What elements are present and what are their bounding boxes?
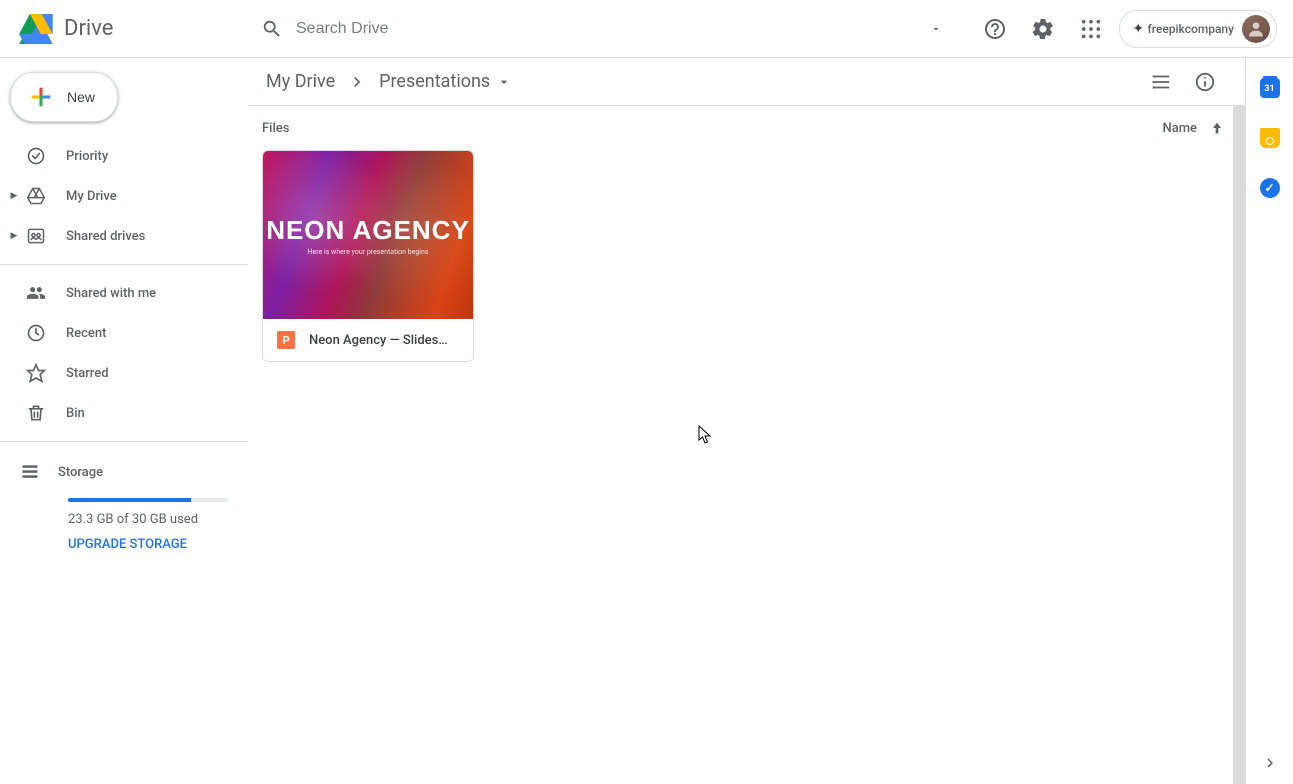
list-view-icon[interactable] [1141, 62, 1181, 102]
breadcrumb-current-label: Presentations [379, 71, 490, 92]
sidebar-item-label: Bin [66, 406, 85, 421]
file-card[interactable]: NEON AGENCY Here is where your presentat… [262, 150, 474, 362]
sidebar-item-storage[interactable]: Storage [20, 456, 228, 488]
recent-icon [24, 321, 48, 345]
sidebar-item-mydrive[interactable]: ▶ My Drive [0, 176, 248, 216]
divider [0, 441, 248, 442]
apps-grid-icon[interactable] [1071, 9, 1111, 49]
storage-label: Storage [58, 465, 103, 480]
side-panel-toggle-icon[interactable] [1261, 754, 1279, 772]
trash-icon [24, 401, 48, 425]
sidebar-item-label: Shared with me [66, 286, 156, 301]
files-section-label: Files [262, 121, 289, 136]
sidebar-item-starred[interactable]: Starred [0, 353, 248, 393]
file-type-powerpoint-icon: P [277, 331, 295, 349]
mydrive-icon [24, 184, 48, 208]
avatar [1242, 15, 1270, 43]
file-thumbnail: NEON AGENCY Here is where your presentat… [263, 151, 473, 319]
sidebar-item-label: My Drive [66, 189, 117, 204]
plus-icon [27, 83, 55, 111]
company-label: ✦ freepikcompany [1132, 21, 1234, 37]
shared-drives-icon [24, 224, 48, 248]
sort-column-label: Name [1162, 121, 1197, 136]
header-actions: ✦ freepikcompany [975, 9, 1277, 49]
details-info-icon[interactable] [1185, 62, 1225, 102]
main: My Drive Presentations Files Name [248, 58, 1245, 784]
storage-block: Storage 23.3 GB of 30 GB used UPGRADE ST… [0, 450, 248, 552]
drive-logo-icon [16, 9, 56, 49]
search-area [248, 5, 968, 53]
storage-progress-fill [68, 498, 191, 502]
breadcrumb-root[interactable]: My Drive [260, 67, 341, 96]
sidebar-item-label: Shared drives [66, 229, 145, 244]
logo-area[interactable]: Drive [16, 9, 248, 49]
header: Drive ✦ freepikcompany [0, 0, 1293, 58]
upgrade-storage-link[interactable]: UPGRADE STORAGE [68, 537, 228, 552]
settings-gear-icon[interactable] [1023, 9, 1063, 49]
scrollbar[interactable] [1233, 106, 1245, 784]
sidebar-item-label: Starred [66, 366, 109, 381]
search-icon[interactable] [248, 5, 296, 53]
divider [0, 264, 248, 265]
section-header: Files Name [248, 106, 1245, 150]
search-input[interactable] [296, 12, 916, 46]
storage-usage-text: 23.3 GB of 30 GB used [68, 512, 228, 527]
thumbnail-subtitle: Here is where your presentation begins [308, 248, 429, 256]
sidebar-item-recent[interactable]: Recent [0, 313, 248, 353]
account-chip[interactable]: ✦ freepikcompany [1119, 10, 1277, 48]
app-name: Drive [64, 16, 113, 41]
caret-down-icon [496, 74, 512, 90]
breadcrumb-current[interactable]: Presentations [373, 67, 518, 96]
file-name: Neon Agency — Slides… [309, 333, 448, 348]
sidebar-item-shared-drives[interactable]: ▶ Shared drives [0, 216, 248, 256]
sidebar-item-label: Recent [66, 326, 106, 341]
keep-icon[interactable] [1260, 128, 1280, 148]
file-meta-row: P Neon Agency — Slides… [263, 319, 473, 361]
breadcrumb-actions [1141, 62, 1225, 102]
chevron-right-icon [341, 72, 373, 92]
thumbnail-title: NEON AGENCY [266, 215, 470, 246]
scrollbar-thumb[interactable] [1233, 106, 1245, 784]
shared-with-me-icon [24, 281, 48, 305]
sidebar: New Priority ▶ My Drive ▶ Shared drives [0, 58, 248, 784]
sort-control[interactable]: Name [1162, 120, 1225, 136]
file-grid: NEON AGENCY Here is where your presentat… [248, 150, 1245, 362]
sidebar-item-bin[interactable]: Bin [0, 393, 248, 433]
storage-icon [20, 462, 40, 482]
support-icon[interactable] [975, 9, 1015, 49]
sidebar-item-label: Priority [66, 149, 108, 164]
sidebar-item-shared-with-me[interactable]: Shared with me [0, 273, 248, 313]
search-options-caret-icon[interactable] [916, 9, 956, 49]
star-icon [24, 361, 48, 385]
new-button-label: New [67, 89, 95, 105]
side-panel [1245, 58, 1293, 784]
priority-icon [24, 144, 48, 168]
new-button[interactable]: New [10, 72, 118, 122]
breadcrumb-row: My Drive Presentations [248, 58, 1245, 106]
expand-triangle-icon[interactable]: ▶ [8, 191, 20, 201]
expand-triangle-icon[interactable]: ▶ [8, 231, 20, 241]
tasks-icon[interactable] [1260, 178, 1280, 198]
calendar-icon[interactable] [1260, 78, 1280, 98]
sort-arrow-up-icon [1209, 120, 1225, 136]
storage-progress-bar [68, 498, 228, 502]
sidebar-item-priority[interactable]: Priority [0, 136, 248, 176]
